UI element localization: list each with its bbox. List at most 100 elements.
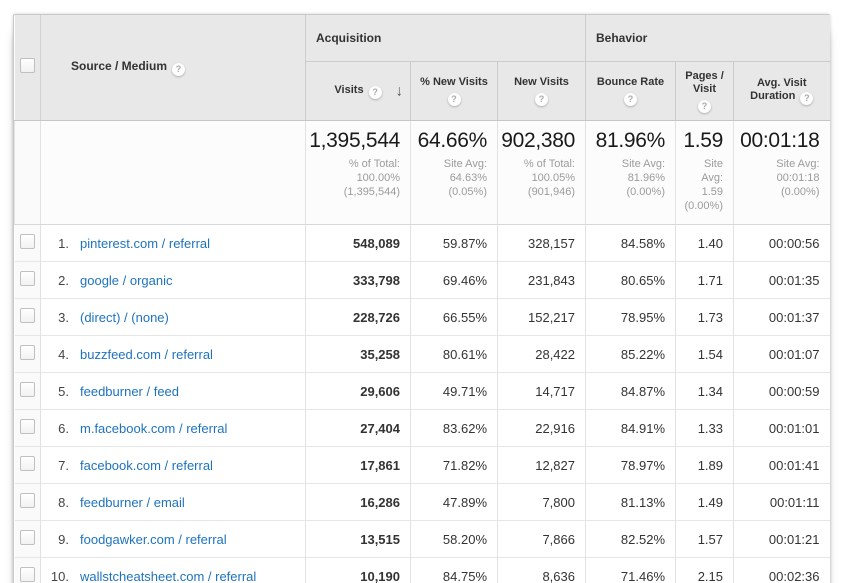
source-medium-cell: 2. google / organic [41,262,306,299]
source-medium-cell: 1.pinterest.com / referral [41,225,306,262]
row-checkbox[interactable] [20,419,35,434]
bounce-rate-value: 71.46% [586,558,676,583]
column-header-bounce-rate[interactable]: Bounce Rate ? [586,62,676,121]
column-header-new-visits[interactable]: New Visits ? [498,62,586,121]
table-row: 6. m.facebook.com / referral 27,404 83.62… [15,410,830,447]
avg-duration-value: 00:01:11 [734,484,830,521]
summary-pages-value: 1.59 [677,129,723,153]
row-rank: 2. [42,273,69,288]
bounce-rate-value: 78.95% [586,299,676,336]
row-checkbox-cell [15,484,41,521]
source-medium-label: Source / Medium [71,59,167,73]
summary-new-visits-value: 902,380 [499,129,575,153]
row-checkbox[interactable] [20,345,35,360]
help-icon[interactable]: ? [172,63,185,76]
source-medium-link[interactable]: feedburner / email [80,495,185,510]
column-header-avg-duration[interactable]: Avg. Visit Duration? [734,62,830,121]
summary-bounce-rate: 81.96% Site Avg: 81.96% (0.00%) [586,121,676,225]
help-icon[interactable]: ? [448,93,461,106]
visits-value: 13,515 [306,521,411,558]
column-header-visits[interactable]: Visits? ↓ [306,62,411,121]
new-visits-value: 231,843 [498,262,586,299]
bounce-rate-value: 85.22% [586,336,676,373]
row-checkbox[interactable] [20,234,35,249]
new-visits-value: 28,422 [498,336,586,373]
row-checkbox[interactable] [20,456,35,471]
row-checkbox-cell [15,299,41,336]
source-medium-link[interactable]: wallstcheatsheet.com / referral [80,569,256,583]
group-header-behavior: Behavior [586,15,830,62]
help-icon[interactable]: ? [698,100,711,113]
summary-new-visits-subtext: % of Total: 100.05% (901,946) [499,157,575,199]
behavior-label: Behavior [596,31,647,45]
bounce-rate-value: 84.87% [586,373,676,410]
row-rank: 7. [42,458,69,473]
sort-desc-icon[interactable]: ↓ [396,85,404,98]
avg-duration-value: 00:01:37 [734,299,830,336]
row-checkbox[interactable] [20,308,35,323]
row-checkbox-cell [15,262,41,299]
row-checkbox-cell [15,447,41,484]
table-row: 3.(direct) / (none) 228,726 66.55% 152,2… [15,299,830,336]
source-medium-link[interactable]: google / organic [80,273,173,288]
source-medium-link[interactable]: m.facebook.com / referral [80,421,227,436]
bounce-rate-label: Bounce Rate [590,76,671,89]
summary-visits-subtext: % of Total: 100.00% (1,395,544) [307,157,400,199]
table-row: 2.google / organic 333,798 69.46% 231,84… [15,262,830,299]
avg-duration-value: 00:00:56 [734,225,830,262]
bounce-rate-value: 84.58% [586,225,676,262]
pct-new-visits-value: 83.62% [411,410,498,447]
summary-visits-value: 1,395,544 [307,129,400,153]
visits-value: 29,606 [306,373,411,410]
row-checkbox[interactable] [20,382,35,397]
row-rank: 6. [42,421,69,436]
source-medium-link[interactable]: buzzfeed.com / referral [80,347,213,362]
help-icon[interactable]: ? [624,93,637,106]
row-checkbox[interactable] [20,493,35,508]
table-row: 7.facebook.com / referral 17,861 71.82% … [15,447,830,484]
avg-duration-value: 00:01:41 [734,447,830,484]
summary-bounce-value: 81.96% [587,129,665,153]
summary-pages-visit: 1.59 Site Avg: 1.59 (0.00%) [676,121,734,225]
pages-visit-value: 1.33 [676,410,734,447]
row-checkbox[interactable] [20,530,35,545]
visits-value: 27,404 [306,410,411,447]
source-medium-cell: 6. m.facebook.com / referral [41,410,306,447]
row-checkbox-cell [15,410,41,447]
summary-avg-duration: 00:01:18 Site Avg: 00:01:18 (0.00%) [734,121,830,225]
source-medium-table: Source / Medium? Acquisition Behavior Vi… [14,15,830,583]
pct-new-visits-value: 84.75% [411,558,498,583]
acquisition-label: Acquisition [316,31,381,45]
table-row: 5.feedburner / feed 29,606 49.71% 14,717… [15,373,830,410]
source-medium-link[interactable]: feedburner / feed [80,384,179,399]
column-header-pct-new-visits[interactable]: % New Visits ? [411,62,498,121]
new-visits-value: 8,636 [498,558,586,583]
row-checkbox[interactable] [20,567,35,582]
avg-duration-value: 00:02:36 [734,558,830,583]
row-rank: 4. [42,347,69,362]
summary-pct-new-subtext: Site Avg: 64.63% (0.05%) [412,157,487,199]
summary-bounce-subtext: Site Avg: 81.96% (0.00%) [587,157,665,199]
source-medium-link[interactable]: foodgawker.com / referral [80,532,227,547]
help-icon[interactable]: ? [369,86,382,99]
help-icon[interactable]: ? [535,93,548,106]
source-medium-link[interactable]: (direct) / (none) [80,310,169,325]
row-checkbox-cell [15,373,41,410]
row-checkbox[interactable] [20,271,35,286]
column-header-pages-visit[interactable]: Pages / Visit ? [676,62,734,121]
help-icon[interactable]: ? [800,92,813,105]
summary-duration-subtext: Site Avg: 00:01:18 (0.00%) [735,157,820,199]
row-rank: 8. [42,495,69,510]
summary-pct-new-visits: 64.66% Site Avg: 64.63% (0.05%) [411,121,498,225]
visits-value: 548,089 [306,225,411,262]
source-medium-link[interactable]: facebook.com / referral [80,458,213,473]
summary-source-cell [41,121,306,225]
source-medium-link[interactable]: pinterest.com / referral [80,236,210,251]
row-rank: 3. [42,310,69,325]
bounce-rate-value: 80.65% [586,262,676,299]
select-all-checkbox[interactable] [20,58,35,73]
table-row: 10.wallstcheatsheet.com / referral 10,19… [15,558,830,583]
new-visits-value: 152,217 [498,299,586,336]
column-header-source-medium[interactable]: Source / Medium? [41,15,306,121]
new-visits-value: 14,717 [498,373,586,410]
